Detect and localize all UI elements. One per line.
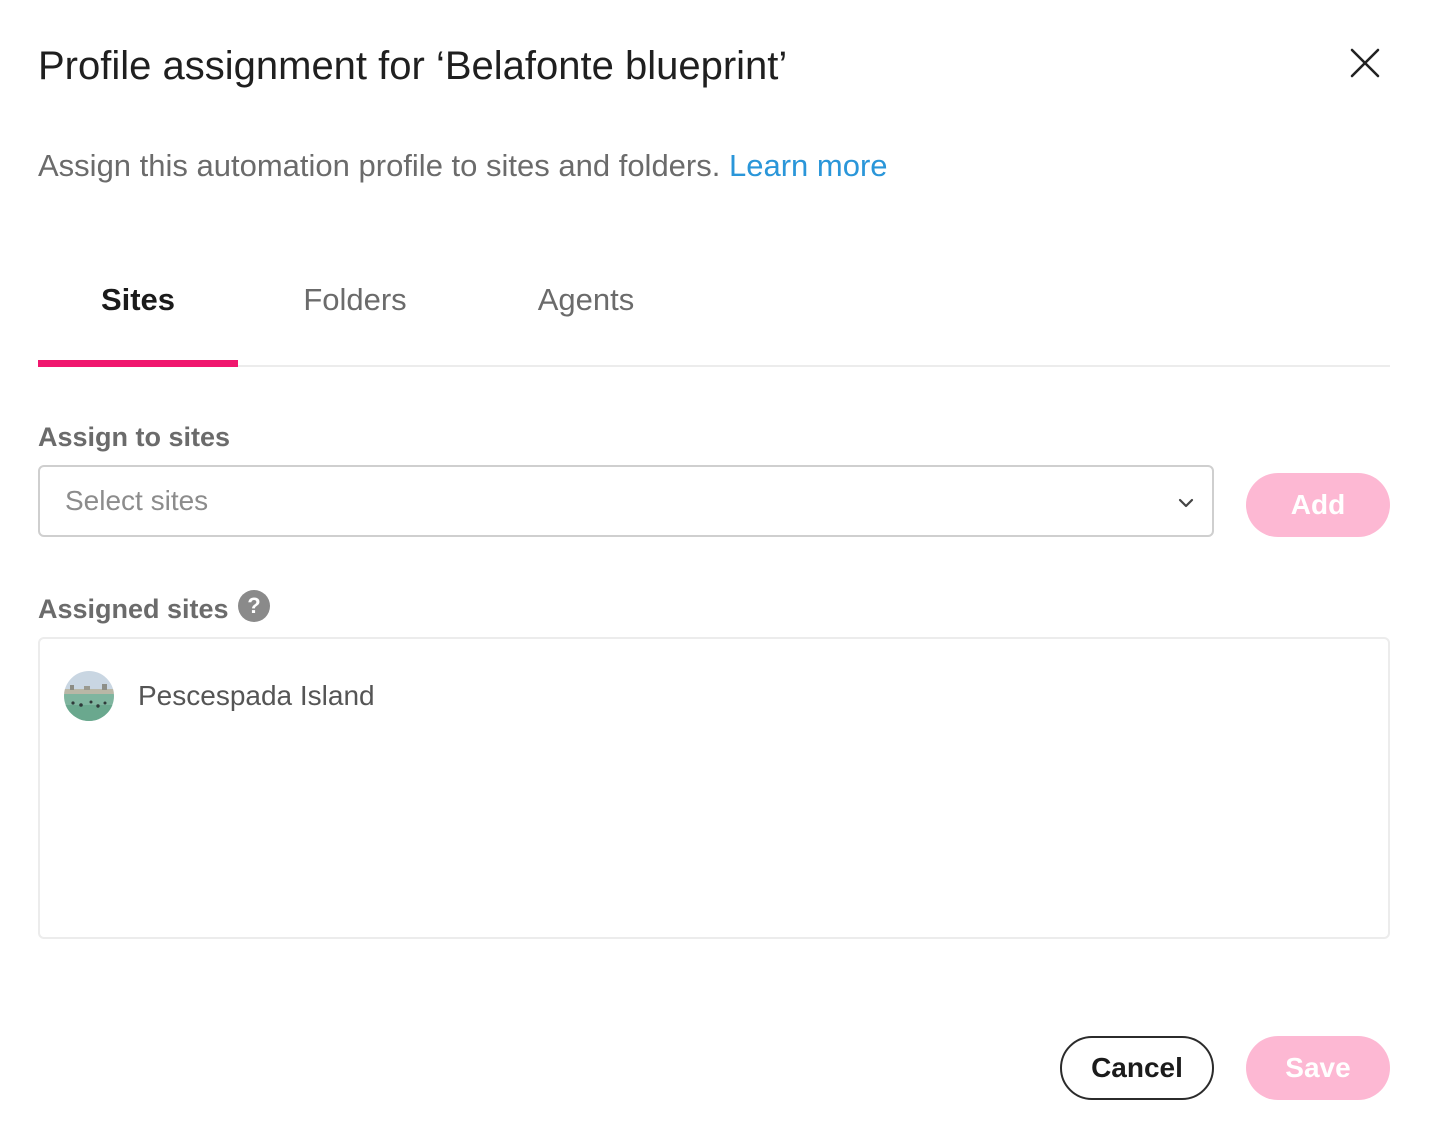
tab-agents[interactable]: Agents (506, 270, 666, 365)
site-name: Pescespada Island (138, 680, 375, 711)
tab-bar: Sites Folders Agents (38, 270, 1390, 367)
cancel-button[interactable]: Cancel (1060, 1036, 1214, 1100)
chevron-down-icon (1178, 498, 1194, 508)
dialog-description: Assign this automation profile to sites … (38, 146, 888, 186)
description-text: Assign this automation profile to sites … (38, 148, 721, 183)
learn-more-link[interactable]: Learn more (729, 148, 888, 183)
close-icon (1350, 48, 1380, 78)
assigned-sites-list: Pescespada Island (38, 637, 1390, 939)
select-sites-dropdown[interactable]: Select sites (38, 465, 1214, 537)
tab-sites[interactable]: Sites (38, 270, 238, 365)
site-thumbnail (64, 671, 114, 721)
tab-folders[interactable]: Folders (270, 270, 440, 365)
assigned-sites-label: Assigned sites (38, 594, 229, 624)
assign-to-sites-label: Assign to sites (38, 422, 231, 452)
active-tab-indicator (38, 360, 238, 367)
save-button[interactable]: Save (1246, 1036, 1390, 1100)
close-button[interactable] (1342, 40, 1388, 86)
dialog-title: Profile assignment for ‘Belafonte bluepr… (38, 44, 788, 88)
select-sites-placeholder: Select sites (65, 485, 209, 516)
list-item: Pescespada Island (64, 671, 375, 721)
add-button[interactable]: Add (1246, 473, 1390, 537)
profile-assignment-dialog: Profile assignment for ‘Belafonte bluepr… (0, 0, 1430, 1140)
help-icon[interactable]: ? (238, 590, 270, 622)
